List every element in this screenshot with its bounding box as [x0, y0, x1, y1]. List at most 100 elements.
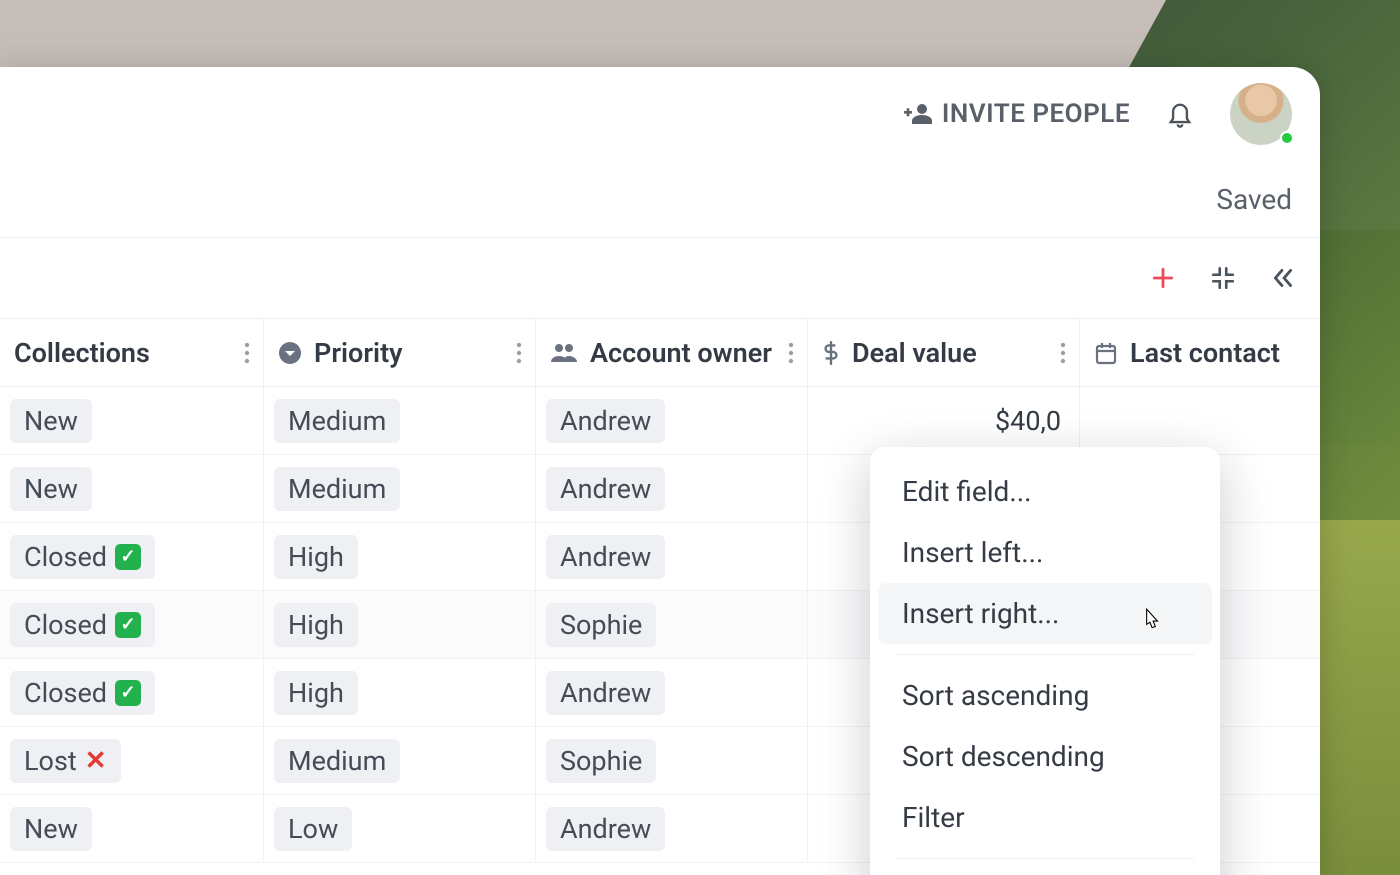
cell-priority[interactable]: Medium — [264, 727, 536, 795]
column-header-last-contact[interactable]: Last contact — [1080, 319, 1320, 387]
deal-value-text: $40,0 — [995, 405, 1061, 437]
cell-collection[interactable]: New — [0, 387, 264, 455]
menu-item-sort-descending[interactable]: Sort descending — [878, 726, 1212, 787]
app-window: INVITE PEOPLE Saved Coll — [0, 67, 1320, 875]
cell-priority[interactable]: High — [264, 659, 536, 727]
save-status-text: Saved — [1216, 183, 1292, 216]
cell-collection[interactable]: New — [0, 795, 264, 863]
menu-divider — [896, 654, 1194, 655]
priority-tag: Medium — [274, 739, 400, 783]
owner-tag: Andrew — [546, 535, 665, 579]
cell-collection[interactable]: Closed ✓ — [0, 523, 264, 591]
column-header-collections[interactable]: Collections — [0, 319, 264, 387]
column-header-priority[interactable]: Priority — [264, 319, 536, 387]
owner-tag: Andrew — [546, 399, 665, 443]
collection-tag: Closed ✓ — [10, 535, 155, 579]
people-icon — [550, 343, 578, 363]
collection-text: New — [24, 405, 78, 437]
cell-priority[interactable]: Medium — [264, 455, 536, 523]
notifications-icon[interactable] — [1166, 99, 1194, 129]
collection-text: New — [24, 473, 78, 505]
priority-tag: Medium — [274, 399, 400, 443]
invite-people-button[interactable]: INVITE PEOPLE — [904, 99, 1130, 129]
priority-tag: Medium — [274, 467, 400, 511]
cell-priority[interactable]: Low — [264, 795, 536, 863]
column-label: Collections — [14, 337, 150, 369]
collection-text: New — [24, 813, 78, 845]
collection-text: Closed — [24, 541, 107, 573]
status-bar: Saved — [0, 161, 1320, 237]
collection-tag: New — [10, 807, 92, 851]
priority-tag: High — [274, 671, 358, 715]
owner-tag: Andrew — [546, 467, 665, 511]
menu-item-sort-ascending[interactable]: Sort ascending — [878, 665, 1212, 726]
collection-tag: Closed ✓ — [10, 671, 155, 715]
owner-tag: Andrew — [546, 807, 665, 851]
owner-tag: Andrew — [546, 671, 665, 715]
presence-indicator — [1280, 131, 1294, 145]
cell-account-owner[interactable]: Sophie — [536, 591, 808, 659]
cell-account-owner[interactable]: Andrew — [536, 659, 808, 727]
cell-account-owner[interactable]: Andrew — [536, 523, 808, 591]
priority-tag: High — [274, 535, 358, 579]
chevron-down-circle-icon — [278, 341, 302, 365]
compact-view-icon[interactable] — [1210, 265, 1236, 291]
column-menu-icon[interactable] — [243, 342, 251, 364]
check-icon: ✓ — [115, 612, 141, 638]
collection-tag: Lost ✕ — [10, 739, 121, 783]
collection-text: Closed — [24, 677, 107, 709]
collapse-panel-icon[interactable] — [1270, 265, 1296, 291]
table-row[interactable]: New Medium Andrew $40,0 — [0, 387, 1320, 455]
avatar[interactable] — [1230, 83, 1292, 145]
priority-tag: High — [274, 603, 358, 647]
column-header-account-owner[interactable]: Account owner — [536, 319, 808, 387]
column-menu-icon[interactable] — [515, 342, 523, 364]
x-icon: ✕ — [85, 746, 107, 776]
collection-text: Closed — [24, 609, 107, 641]
top-bar: INVITE PEOPLE — [0, 67, 1320, 161]
check-icon: ✓ — [115, 544, 141, 570]
cell-collection[interactable]: Closed ✓ — [0, 659, 264, 727]
invite-people-label: INVITE PEOPLE — [942, 99, 1130, 129]
column-menu-icon[interactable] — [1059, 342, 1067, 364]
column-label: Last contact — [1130, 337, 1280, 369]
cell-collection[interactable]: Lost ✕ — [0, 727, 264, 795]
cell-account-owner[interactable]: Andrew — [536, 387, 808, 455]
cell-collection[interactable]: New — [0, 455, 264, 523]
priority-tag: Low — [274, 807, 352, 851]
menu-item-delete[interactable]: Delete — [878, 869, 1212, 875]
menu-divider — [896, 858, 1194, 859]
column-label: Account owner — [590, 337, 772, 369]
cell-collection[interactable]: Closed ✓ — [0, 591, 264, 659]
collection-tag: Closed ✓ — [10, 603, 155, 647]
menu-item-filter[interactable]: Filter — [878, 787, 1212, 848]
person-add-icon — [904, 103, 932, 125]
column-label: Deal value — [852, 337, 977, 369]
cell-priority[interactable]: High — [264, 591, 536, 659]
cell-priority[interactable]: High — [264, 523, 536, 591]
cell-last-contact[interactable] — [1080, 387, 1320, 455]
collection-text: Lost — [24, 745, 77, 777]
cell-priority[interactable]: Medium — [264, 387, 536, 455]
cell-account-owner[interactable]: Andrew — [536, 455, 808, 523]
column-label: Priority — [314, 337, 403, 369]
cell-account-owner[interactable]: Sophie — [536, 727, 808, 795]
menu-item-insert-left[interactable]: Insert left... — [878, 522, 1212, 583]
dollar-icon — [822, 340, 840, 366]
pointer-cursor-icon — [1140, 607, 1162, 633]
check-icon: ✓ — [115, 680, 141, 706]
cell-account-owner[interactable]: Andrew — [536, 795, 808, 863]
column-context-menu: Edit field...Insert left...Insert right.… — [870, 447, 1220, 875]
table-header-row: Collections Priority Account owner — [0, 319, 1320, 387]
add-column-button[interactable] — [1150, 265, 1176, 291]
cell-deal-value[interactable]: $40,0 — [808, 387, 1080, 455]
table-toolbar — [0, 237, 1320, 319]
calendar-icon — [1094, 341, 1118, 365]
collection-tag: New — [10, 399, 92, 443]
column-header-deal-value[interactable]: Deal value — [808, 319, 1080, 387]
owner-tag: Sophie — [546, 739, 656, 783]
owner-tag: Sophie — [546, 603, 656, 647]
collection-tag: New — [10, 467, 92, 511]
column-menu-icon[interactable] — [787, 342, 795, 364]
menu-item-edit-field[interactable]: Edit field... — [878, 461, 1212, 522]
